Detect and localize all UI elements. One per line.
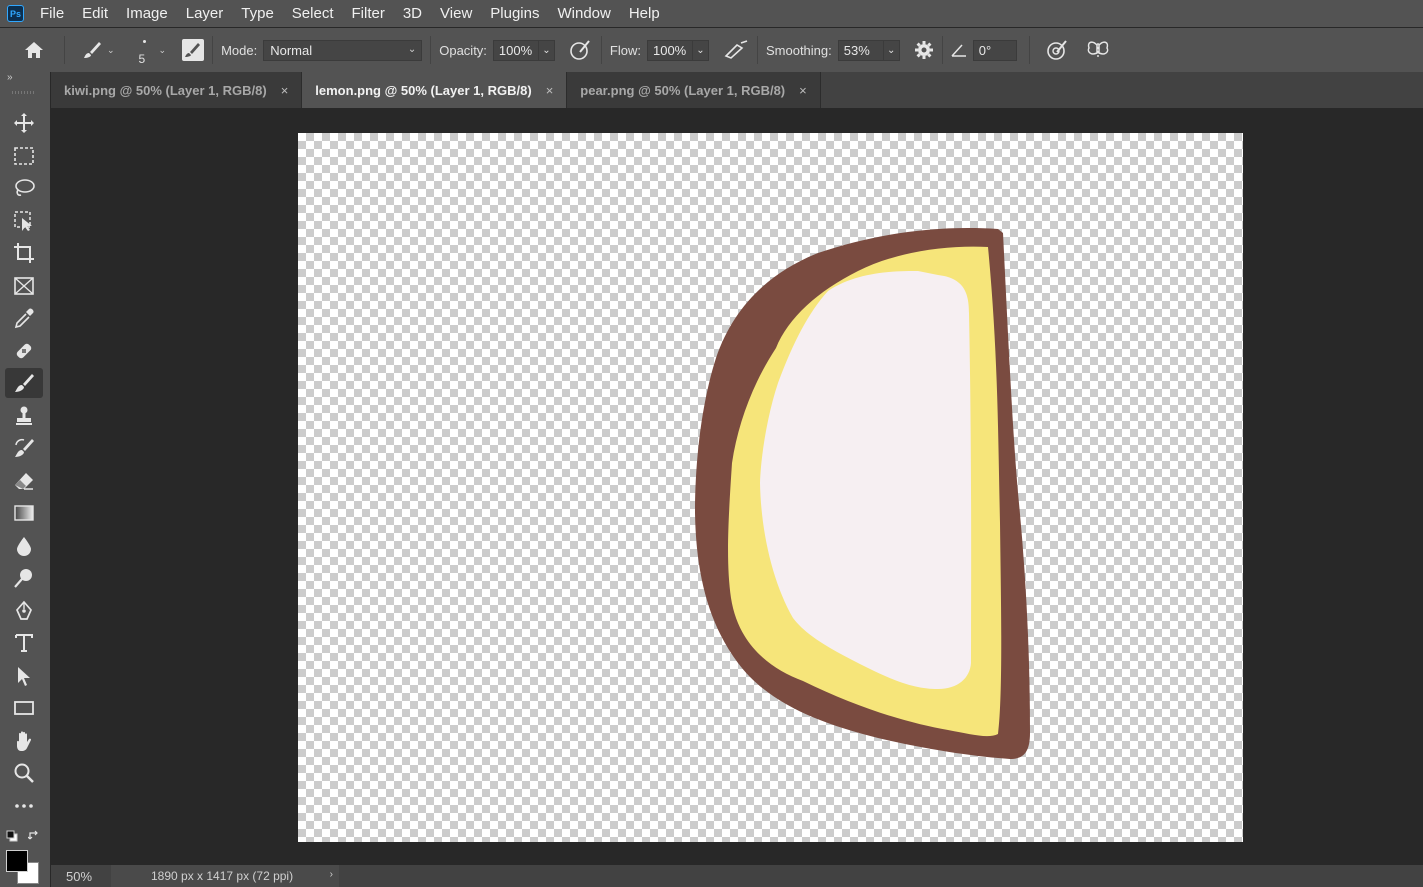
brush-preset-picker[interactable]: ⌄ [81, 40, 115, 60]
tab-label: kiwi.png @ 50% (Layer 1, RGB/8) [64, 82, 267, 98]
menu-view[interactable]: View [431, 0, 481, 27]
blur-drop-icon[interactable] [5, 531, 43, 561]
tab-lemon[interactable]: lemon.png @ 50% (Layer 1, RGB/8) × [302, 72, 568, 108]
zoom-icon[interactable] [5, 758, 43, 788]
brush-size-preview[interactable]: 5 [129, 32, 163, 68]
workspace [51, 108, 1423, 865]
document-canvas[interactable] [298, 133, 1243, 842]
brush-settings-panel-icon[interactable] [182, 39, 205, 61]
menu-3d[interactable]: 3D [394, 0, 431, 27]
clone-stamp-icon[interactable] [5, 401, 43, 431]
opacity-input[interactable]: 100% [492, 39, 539, 61]
crop-icon[interactable] [5, 238, 43, 268]
close-icon[interactable]: × [546, 83, 554, 98]
smoothing-dropdown-button[interactable]: ⌄ [883, 39, 900, 61]
angle-icon [951, 43, 967, 57]
divider [941, 36, 943, 64]
chevron-down-icon: ⌄ [107, 44, 115, 55]
flow-dropdown-button[interactable]: ⌄ [692, 39, 709, 61]
menu-select[interactable]: Select [283, 0, 343, 27]
status-bar: 50% 1890 px x 1417 px (72 ppi) › [51, 865, 1423, 887]
menu-bar: Ps File Edit Image Layer Type Select Fil… [0, 0, 1423, 27]
airbrush-icon[interactable] [723, 40, 749, 60]
gradient-icon[interactable] [5, 498, 43, 528]
move-tool-icon[interactable] [5, 108, 43, 138]
default-colors-icon[interactable] [6, 829, 18, 847]
type-tool-icon[interactable] [5, 628, 43, 658]
lemon-artwork [695, 228, 1030, 759]
divider [600, 36, 602, 64]
chevron-down-icon: ⌄ [542, 44, 551, 56]
divider [756, 36, 758, 64]
foreground-color-swatch[interactable] [6, 850, 28, 872]
rectangle-shape-icon[interactable] [5, 693, 43, 723]
menu-window[interactable]: Window [548, 0, 619, 27]
divider [1028, 36, 1030, 64]
close-icon[interactable]: × [799, 83, 807, 98]
document-tabs: kiwi.png @ 50% (Layer 1, RGB/8) × lemon.… [51, 72, 1423, 108]
more-tools-icon[interactable] [5, 791, 43, 821]
eraser-icon[interactable] [5, 466, 43, 496]
mode-value: Normal [270, 42, 313, 58]
swap-colors-icon[interactable] [27, 829, 40, 847]
pressure-size-icon[interactable] [1046, 39, 1070, 61]
pen-icon[interactable] [5, 596, 43, 626]
chevron-down-icon: ⌄ [696, 44, 705, 56]
menu-file[interactable]: File [36, 0, 73, 27]
rectangular-marquee-icon[interactable] [5, 141, 43, 171]
flow-label: Flow: [609, 42, 641, 58]
smoothing-settings-gear-icon[interactable] [914, 40, 934, 60]
eyedropper-icon[interactable] [5, 303, 43, 333]
smoothing-input[interactable]: 53% [837, 39, 884, 61]
tab-label: lemon.png @ 50% (Layer 1, RGB/8) [315, 82, 532, 98]
angle-input[interactable]: 0° [972, 39, 1017, 61]
opacity-label: Opacity: [439, 42, 487, 58]
menu-type[interactable]: Type [232, 0, 283, 27]
brush-size-value: 5 [138, 52, 146, 66]
frame-icon[interactable] [5, 271, 43, 301]
mode-label: Mode: [221, 42, 258, 58]
home-icon[interactable] [12, 40, 56, 60]
menu-help[interactable]: Help [620, 0, 669, 27]
photoshop-logo-icon: Ps [7, 5, 24, 22]
chevron-down-icon: ⌄ [887, 44, 896, 56]
brush-tool-icon[interactable] [5, 368, 43, 398]
smoothing-label: Smoothing: [765, 42, 832, 58]
lasso-icon[interactable] [5, 173, 43, 203]
document-dimensions: 1890 px x 1417 px (72 ppi) [151, 869, 294, 883]
close-icon[interactable]: × [281, 83, 289, 98]
brush-icon [84, 42, 101, 58]
menu-plugins[interactable]: Plugins [481, 0, 548, 27]
path-selection-icon[interactable] [5, 661, 43, 691]
hand-icon[interactable] [5, 726, 43, 756]
divider [212, 36, 214, 64]
chevron-down-icon: ⌄ [407, 43, 417, 55]
opacity-dropdown-button[interactable]: ⌄ [538, 39, 555, 61]
object-selection-icon[interactable] [5, 206, 43, 236]
menu-image[interactable]: Image [117, 0, 177, 27]
pressure-opacity-icon[interactable] [569, 39, 593, 61]
menu-layer[interactable]: Layer [177, 0, 233, 27]
options-bar: ⌄ 5 ⌄ Mode: Normal ⌄ Opacity: 100% ⌄ Flo… [0, 28, 1423, 72]
tools-panel: » [0, 72, 50, 887]
tab-label: pear.png @ 50% (Layer 1, RGB/8) [580, 82, 786, 98]
menu-edit[interactable]: Edit [73, 0, 117, 27]
panel-grip[interactable] [12, 91, 36, 94]
flow-input[interactable]: 100% [646, 39, 693, 61]
collapse-panel-icon[interactable]: » [7, 72, 13, 83]
divider [64, 36, 65, 64]
history-brush-icon[interactable] [5, 433, 43, 463]
healing-brush-icon[interactable] [5, 336, 43, 366]
tab-kiwi[interactable]: kiwi.png @ 50% (Layer 1, RGB/8) × [51, 72, 303, 108]
chevron-right-icon[interactable]: › [330, 869, 333, 880]
document-info[interactable]: 1890 px x 1417 px (72 ppi) › [111, 865, 339, 887]
brush-tip-dot [142, 40, 146, 43]
divider [430, 36, 432, 64]
tab-pear[interactable]: pear.png @ 50% (Layer 1, RGB/8) × [567, 72, 821, 108]
menu-filter[interactable]: Filter [343, 0, 394, 27]
symmetry-butterfly-icon[interactable] [1086, 39, 1110, 61]
zoom-level-input[interactable]: 50% [51, 869, 109, 884]
mode-select[interactable]: Normal ⌄ [263, 39, 423, 61]
dodge-icon[interactable] [5, 563, 43, 593]
